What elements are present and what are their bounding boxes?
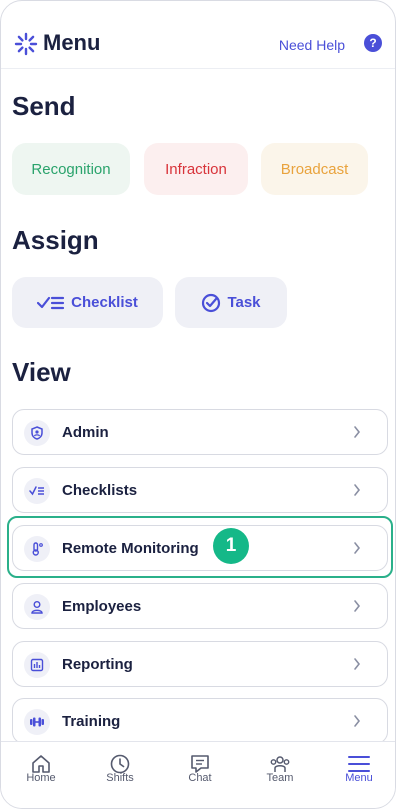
view-item-label: Employees <box>62 598 142 615</box>
person-icon <box>24 594 50 620</box>
tab-menu[interactable]: Menu <box>329 742 389 802</box>
view-item-reporting[interactable]: Reporting <box>12 641 388 687</box>
clock-icon <box>110 754 130 774</box>
broadcast-button[interactable]: Broadcast <box>261 143 368 195</box>
bottom-tab-bar: Home Shifts Chat Team Menu <box>1 741 395 808</box>
shield-user-icon <box>24 420 50 446</box>
help-icon[interactable]: ? <box>364 34 382 52</box>
home-icon <box>32 755 50 773</box>
tab-chat[interactable]: Chat <box>170 742 230 802</box>
view-item-label: Admin <box>62 424 109 441</box>
assign-heading: Assign <box>12 225 99 255</box>
tab-label: Home <box>26 772 56 784</box>
dumbbell-icon <box>24 709 50 735</box>
chevron-right-icon <box>354 658 361 670</box>
chevron-right-icon <box>354 600 361 612</box>
recognition-button[interactable]: Recognition <box>12 143 130 195</box>
header: Menu Need Help ? <box>1 1 395 69</box>
view-item-label: Remote Monitoring <box>62 540 199 557</box>
tab-label: Team <box>266 772 294 784</box>
check-circle-icon <box>202 293 221 312</box>
brand-logo-icon <box>14 32 38 56</box>
view-item-label: Training <box>62 713 121 730</box>
view-heading: View <box>12 357 71 387</box>
assign-checklist-button[interactable]: Checklist <box>12 277 163 328</box>
step-badge: 1 <box>213 528 249 564</box>
view-item-label: Reporting <box>62 656 133 673</box>
chevron-right-icon <box>354 426 361 438</box>
assign-task-label: Task <box>227 294 261 311</box>
infraction-button[interactable]: Infraction <box>144 143 248 195</box>
thermometer-icon <box>24 536 50 562</box>
phone-frame: Menu Need Help ? Send Recognition Infrac… <box>0 0 396 809</box>
page-title: Menu <box>43 30 101 55</box>
hamburger-icon <box>348 756 370 772</box>
chevron-right-icon <box>354 484 361 496</box>
checklist-icon <box>37 296 65 309</box>
team-icon <box>270 756 290 772</box>
view-item-checklists[interactable]: Checklists <box>12 467 388 513</box>
chevron-right-icon <box>354 542 361 554</box>
view-item-training[interactable]: Training <box>12 698 388 744</box>
chat-icon <box>191 755 209 773</box>
need-help-link[interactable]: Need Help <box>279 37 345 53</box>
view-item-employees[interactable]: Employees <box>12 583 388 629</box>
view-item-admin[interactable]: Admin <box>12 409 388 455</box>
send-heading: Send <box>12 91 76 121</box>
tab-label: Menu <box>345 772 373 784</box>
assign-checklist-label: Checklist <box>71 294 138 311</box>
tab-home[interactable]: Home <box>11 742 71 802</box>
tab-shifts[interactable]: Shifts <box>90 742 150 802</box>
report-icon <box>24 652 50 678</box>
assign-task-button[interactable]: Task <box>175 277 287 328</box>
chevron-right-icon <box>354 715 361 727</box>
view-item-remote-monitoring[interactable]: Remote Monitoring <box>12 525 388 571</box>
checklist-icon <box>24 478 50 504</box>
tab-label: Chat <box>188 772 212 784</box>
view-item-label: Checklists <box>62 482 138 499</box>
tab-team[interactable]: Team <box>250 742 310 802</box>
tab-label: Shifts <box>106 772 134 784</box>
